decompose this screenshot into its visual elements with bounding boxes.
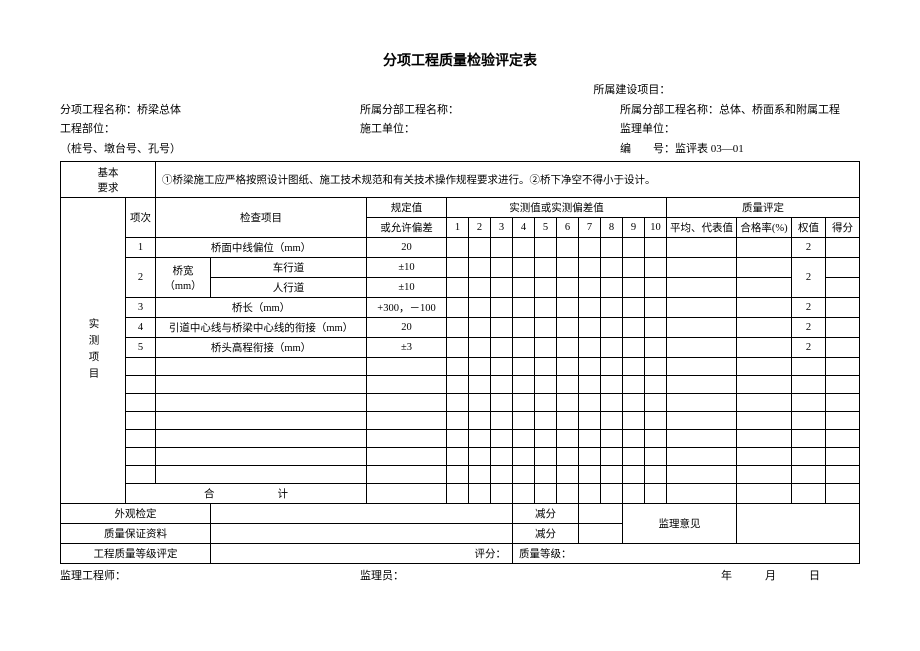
total-label: 合 计: [126, 484, 367, 504]
basic-req-text: ①桥梁施工应严格按照设计图纸、施工技术规范和有关技术操作规程要求进行。②桥下净空…: [156, 162, 860, 198]
hdr-check-item: 检查项目: [156, 198, 367, 238]
code-label: 编 号：: [620, 143, 675, 155]
r3-weight: 2: [792, 298, 826, 318]
r2b-spec: ±10: [367, 278, 447, 298]
sub-item-name-label: 分项工程名称：: [60, 104, 137, 116]
table-row: 2 桥宽（mm） 车行道 ±10 2: [61, 258, 860, 278]
hdr-measured: 实测值或实测偏差值: [447, 198, 667, 218]
r2b-item-b: 人行道: [211, 278, 367, 298]
sub-part-name-value: 所属分部工程名称：总体、桥面系和附属工程: [620, 102, 860, 120]
r1-seq: 1: [126, 238, 156, 258]
supervision-opinion-label: 监理意见: [623, 504, 737, 544]
table-row: [61, 358, 860, 376]
eval-score-label: 评分：: [211, 544, 513, 564]
construction-unit-label: 施工单位：: [360, 121, 620, 139]
table-row: [61, 430, 860, 448]
hdr-pass: 合格率(%): [737, 218, 792, 238]
pile-label: （桩号、墩台号、孔号）: [60, 141, 360, 159]
supervision-unit-label: 监理单位：: [620, 121, 860, 139]
hdr-spec-l2: 或允许偏差: [367, 218, 447, 238]
sub-part-name-label: 所属分部工程名称：: [360, 102, 620, 120]
quality-grade-label: 质量等级：: [513, 544, 860, 564]
meta-line-2: 工程部位： 施工单位： 监理单位：: [60, 121, 860, 139]
hdr-c4: 4: [513, 218, 535, 238]
main-table: 基本要求 ①桥梁施工应严格按照设计图纸、施工技术规范和有关技术操作规程要求进行。…: [60, 161, 860, 564]
hdr-spec-l1: 规定值: [367, 198, 447, 218]
r1-spec: 20: [367, 238, 447, 258]
hdr-avg: 平均、代表值: [667, 218, 737, 238]
grade-eval-label: 工程质量等级评定: [61, 544, 211, 564]
deduct-label-1: 减分: [513, 504, 579, 524]
hdr-c6: 6: [557, 218, 579, 238]
hdr-seq: 项次: [126, 198, 156, 238]
footer-row: 监理工程师： 监理员： 年 月 日: [60, 568, 860, 586]
position-label: 工程部位：: [60, 121, 360, 139]
hdr-c7: 7: [579, 218, 601, 238]
r4-weight: 2: [792, 318, 826, 338]
code-value: 监评表 03—01: [675, 143, 744, 155]
r3-spec: +300，－100: [367, 298, 447, 318]
page-title: 分项工程质量检验评定表: [60, 50, 860, 70]
footer-engineer: 监理工程师：: [60, 568, 360, 586]
r1-weight: 2: [792, 238, 826, 258]
meta-line-1: 分项工程名称：桥梁总体 所属分部工程名称： 所属分部工程名称：总体、桥面系和附属…: [60, 102, 860, 120]
r2-item-b: 车行道: [211, 258, 367, 278]
table-row: [61, 448, 860, 466]
hdr-c1: 1: [447, 218, 469, 238]
table-row: 1 桥面中线偏位（mm） 20 2: [61, 238, 860, 258]
r4-spec: 20: [367, 318, 447, 338]
basic-req-label: 基本要求: [61, 162, 156, 198]
hdr-quality-eval: 质量评定: [667, 198, 860, 218]
hdr-c8: 8: [601, 218, 623, 238]
hdr-score: 得分: [826, 218, 860, 238]
hdr-c2: 2: [469, 218, 491, 238]
header-row-1: 实测项目 项次 检查项目 规定值 实测值或实测偏差值 质量评定: [61, 198, 860, 218]
side-label: 实测项目: [61, 198, 126, 504]
grade-eval-row: 工程质量等级评定 评分： 质量等级：: [61, 544, 860, 564]
owner-project-label: 所属建设项目：: [593, 82, 860, 100]
table-row: 5 桥头高程衔接（mm） ±3 2: [61, 338, 860, 358]
table-row: 4 引道中心线与桥梁中心线的衔接（mm） 20 2: [61, 318, 860, 338]
r4-seq: 4: [126, 318, 156, 338]
hdr-c3: 3: [491, 218, 513, 238]
r5-weight: 2: [792, 338, 826, 358]
qa-material-label: 质量保证资料: [61, 524, 211, 544]
r2-item-a: 桥宽（mm）: [156, 258, 211, 298]
r1-item: 桥面中线偏位（mm）: [156, 238, 367, 258]
meta-line-3: （桩号、墩台号、孔号） 编 号：监评表 03—01: [60, 141, 860, 159]
r5-seq: 5: [126, 338, 156, 358]
footer-supervisor: 监理员：: [360, 568, 620, 586]
hdr-weight: 权值: [792, 218, 826, 238]
table-row: 3 桥长（mm） +300，－100 2: [61, 298, 860, 318]
hdr-c9: 9: [623, 218, 645, 238]
deduct-label-2: 减分: [513, 524, 579, 544]
r3-seq: 3: [126, 298, 156, 318]
hdr-c5: 5: [535, 218, 557, 238]
r2-spec: ±10: [367, 258, 447, 278]
footer-date: 年 月 日: [620, 568, 860, 586]
r5-spec: ±3: [367, 338, 447, 358]
table-row: [61, 376, 860, 394]
table-row: [61, 466, 860, 484]
appearance-row: 外观检定 减分 监理意见: [61, 504, 860, 524]
sub-item-name-value: 桥梁总体: [137, 104, 181, 116]
r3-item: 桥长（mm）: [156, 298, 367, 318]
hdr-c10: 10: [645, 218, 667, 238]
total-row: 合 计: [61, 484, 860, 504]
table-row: [61, 394, 860, 412]
table-row: [61, 412, 860, 430]
r5-item: 桥头高程衔接（mm）: [156, 338, 367, 358]
basic-req-row: 基本要求 ①桥梁施工应严格按照设计图纸、施工技术规范和有关技术操作规程要求进行。…: [61, 162, 860, 198]
r2-weight: 2: [792, 258, 826, 298]
meta-line-0: 所属建设项目：: [60, 82, 860, 100]
r2-seq: 2: [126, 258, 156, 298]
r4-item: 引道中心线与桥梁中心线的衔接（mm）: [156, 318, 367, 338]
appearance-label: 外观检定: [61, 504, 211, 524]
